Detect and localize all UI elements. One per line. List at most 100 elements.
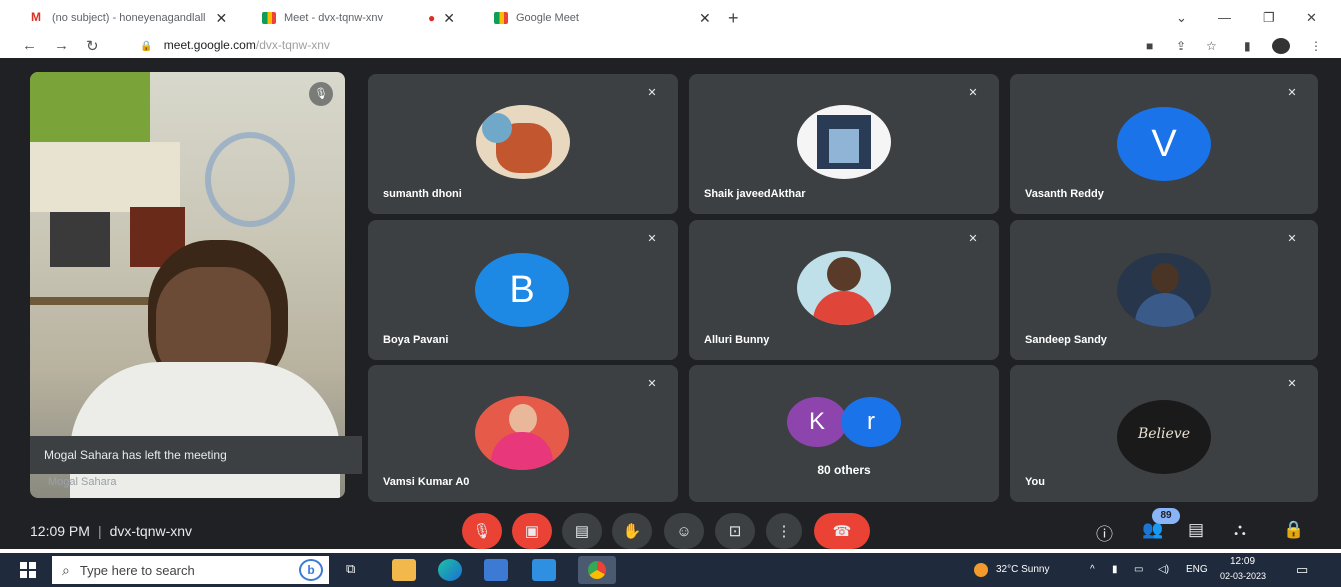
host-controls-icon[interactable]: 🔒 [1283, 520, 1304, 540]
participant-tile[interactable]: ✕ Vamsi Kumar A0 [368, 365, 678, 502]
people-icon[interactable]: 👥 [1142, 520, 1163, 540]
windows-taskbar: ⌕ Type here to search b ⧉ 32°C Sunny ^ ▮… [0, 553, 1341, 587]
chat-icon[interactable]: ▤ [1188, 520, 1204, 540]
bookmark-star-icon[interactable]: ☆ [1206, 39, 1217, 53]
avatar: K [787, 397, 847, 447]
avatar [476, 105, 570, 179]
tab-gmail[interactable]: (no subject) - honeyenagandlall ✕ [30, 6, 227, 30]
taskbar-clock-date[interactable]: 02-03-2023 [1220, 571, 1266, 581]
weather-text[interactable]: 32°C Sunny [996, 564, 1049, 575]
network-icon[interactable]: ▮ [1112, 564, 1118, 575]
more-icon: ⋮ [776, 523, 792, 540]
participant-tile[interactable]: ✕ Alluri Bunny [689, 220, 999, 360]
share-icon[interactable]: ⇪ [1176, 39, 1186, 53]
others-tile[interactable]: K r 80 others [689, 365, 999, 502]
close-icon[interactable]: ✕ [443, 10, 455, 27]
store-icon[interactable] [484, 559, 508, 581]
weather-icon [974, 563, 988, 577]
task-view-icon[interactable]: ⧉ [346, 561, 355, 577]
chrome-taskbar-button[interactable] [578, 556, 616, 584]
avatar: r [841, 397, 901, 447]
captions-button[interactable]: ▤ [562, 513, 602, 549]
participant-name: sumanth dhoni [383, 188, 462, 200]
avatar [797, 105, 891, 179]
others-count-label: 80 others [817, 463, 871, 477]
emoji-icon: ☺ [676, 522, 692, 540]
restore-icon[interactable]: ❐ [1263, 10, 1275, 26]
forward-icon[interactable]: → [54, 37, 69, 54]
tab-meet-active[interactable]: Meet - dvx-tqnw-xnv ● ✕ [262, 6, 455, 30]
avatar: Believe [1117, 400, 1211, 474]
search-placeholder: Type here to search [79, 562, 195, 578]
info-icon[interactable]: ⓘ [1096, 520, 1113, 545]
recording-icon: ● [428, 11, 436, 25]
profile-avatar[interactable] [1272, 38, 1290, 54]
participant-tile[interactable]: ✕ Shaik javeedAkthar [689, 74, 999, 214]
meet-icon [262, 12, 276, 24]
participant-tile[interactable]: ✕ B Boya Pavani [368, 220, 678, 360]
mic-off-icon: ✕ [968, 87, 978, 99]
more-options-button[interactable]: ⋮ [766, 513, 802, 549]
taskbar-clock-time[interactable]: 12:09 [1230, 556, 1255, 567]
camera-in-use-icon[interactable]: ■ [1146, 39, 1153, 53]
meeting-code: dvx-tqnw-xnv [109, 523, 193, 539]
mic-off-icon: ✕ [647, 378, 657, 390]
left-meeting-toast: Mogal Sahara has left the meeting [30, 436, 362, 474]
chevron-down-icon[interactable]: ⌄ [1176, 10, 1187, 26]
raise-hand-icon: ✋ [622, 523, 642, 540]
minimize-icon[interactable]: — [1218, 10, 1231, 25]
participant-name: Vasanth Reddy [1025, 188, 1104, 200]
browser-tab-strip: (no subject) - honeyenagandlall ✕ Meet -… [0, 0, 1341, 34]
reload-icon[interactable]: ↻ [86, 37, 99, 55]
volume-icon[interactable]: ◁) [1158, 564, 1169, 575]
participant-name: Boya Pavani [383, 334, 449, 346]
new-tab-icon[interactable]: + [728, 8, 739, 29]
language-indicator[interactable]: ENG [1186, 564, 1208, 575]
search-icon: ⌕ [62, 561, 70, 578]
avatar-overlay-text: Believe [1137, 426, 1190, 442]
camera-toggle-button[interactable]: ▣ [512, 513, 552, 549]
window-close-icon[interactable]: ✕ [1306, 10, 1317, 26]
lock-icon: 🔒 [140, 41, 153, 52]
gmail-icon [30, 10, 44, 24]
battery-icon[interactable]: ▭ [1134, 564, 1143, 575]
participant-tile[interactable]: ✕ sumanth dhoni [368, 74, 678, 214]
mic-toggle-button[interactable]: 🎙 [462, 513, 502, 549]
tab-title: (no subject) - honeyenagandlall [52, 12, 206, 24]
tab-title: Google Meet [516, 12, 579, 24]
meet-icon [494, 12, 508, 24]
url-path: /dvx-tqnw-xnv [255, 38, 330, 52]
participant-tile[interactable]: ✕ Sandeep Sandy [1010, 220, 1318, 360]
mic-off-icon: ✕ [1287, 87, 1297, 99]
file-explorer-icon[interactable] [392, 559, 416, 581]
participant-tile[interactable]: ✕ V Vasanth Reddy [1010, 74, 1318, 214]
present-button[interactable]: ⊡ [715, 513, 755, 549]
notifications-icon[interactable]: ▭ [1296, 562, 1308, 578]
close-icon[interactable]: ✕ [216, 10, 228, 27]
meeting-time: 12:09 PM [30, 523, 90, 539]
tray-chevron-icon[interactable]: ^ [1090, 564, 1095, 575]
raise-hand-button[interactable]: ✋ [612, 513, 652, 549]
avatar [797, 251, 891, 325]
taskbar-search[interactable]: ⌕ Type here to search b [52, 556, 329, 584]
windows-start-icon[interactable] [20, 562, 36, 578]
others-avatars: K r [689, 397, 999, 447]
back-icon[interactable]: ← [22, 37, 37, 54]
menu-icon[interactable]: ⋮ [1310, 39, 1322, 53]
avatar [475, 396, 569, 470]
participant-tile-you[interactable]: ✕ Believe You [1010, 365, 1318, 502]
tab-google-meet[interactable]: Google Meet ✕ [494, 6, 711, 30]
emoji-button[interactable]: ☺ [664, 513, 704, 549]
close-icon[interactable]: ✕ [699, 10, 711, 27]
mail-icon[interactable] [532, 559, 556, 581]
bing-icon[interactable]: b [299, 559, 323, 581]
url-host: meet.google.com [163, 38, 256, 52]
url-field[interactable]: 🔒 meet.google.com/dvx-tqnw-xnv [140, 38, 330, 52]
end-call-button[interactable]: ☎ [814, 513, 870, 549]
side-panel-icon[interactable]: ▮ [1244, 39, 1251, 53]
pinned-video[interactable]: 🎙 [30, 72, 345, 498]
activities-icon[interactable]: ⛬ [1234, 520, 1246, 540]
edge-icon[interactable] [438, 559, 462, 581]
address-bar: ← → ↻ 🔒 meet.google.com/dvx-tqnw-xnv ■ ⇪… [0, 34, 1341, 58]
meet-call-area: 🎙 Mogal Sahara has left the meeting Moga… [0, 58, 1341, 549]
